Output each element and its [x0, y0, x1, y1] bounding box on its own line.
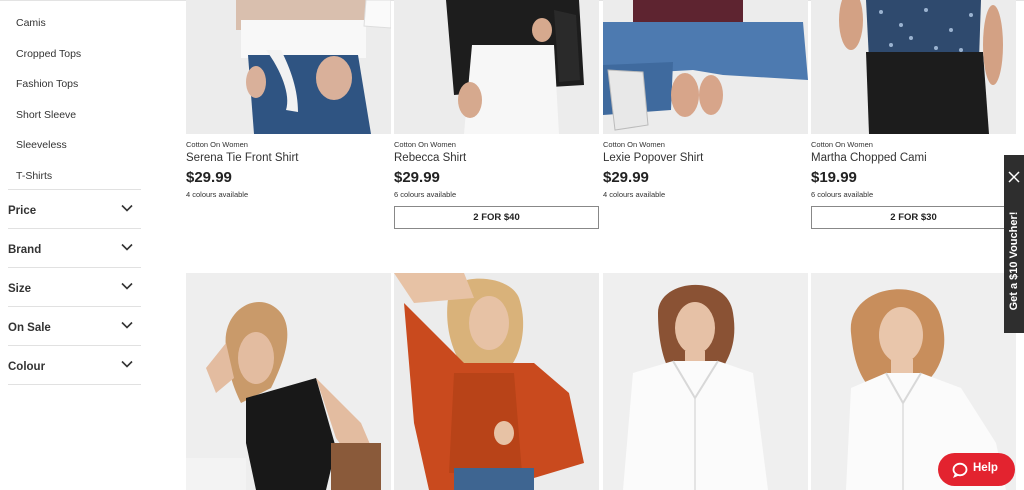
chevron-down-icon	[121, 282, 133, 290]
product-image[interactable]	[186, 273, 391, 490]
chat-bubble-icon	[952, 462, 968, 478]
chevron-down-icon	[121, 204, 133, 212]
filter-label: Size	[8, 283, 32, 295]
colour-count: 6 colours available	[394, 190, 457, 199]
product-image[interactable]	[603, 0, 808, 134]
product-price: $29.99	[603, 169, 649, 186]
help-label: Help	[973, 462, 998, 474]
colour-count: 4 colours available	[603, 190, 666, 199]
chevron-down-icon	[121, 243, 133, 251]
colour-count: 6 colours available	[811, 190, 874, 199]
subcategory-short-sleeve[interactable]: Short Sleeve	[16, 109, 76, 121]
filter-label: Colour	[8, 361, 46, 373]
product-card[interactable]: Cotton On Women Lexie Popover Shirt $29.…	[603, 0, 808, 230]
product-name[interactable]: Rebecca Shirt	[394, 152, 466, 164]
product-card[interactable]	[394, 273, 599, 490]
product-image[interactable]	[811, 0, 1016, 134]
product-brand: Cotton On Women	[811, 140, 873, 149]
product-brand: Cotton On Women	[603, 140, 665, 149]
product-card[interactable]	[186, 273, 391, 490]
voucher-label: Get a $10 Voucher!	[1008, 211, 1020, 311]
product-image[interactable]	[603, 273, 808, 490]
subcategory-sleeveless[interactable]: Sleeveless	[16, 139, 67, 151]
product-name[interactable]: Martha Chopped Cami	[811, 152, 927, 164]
product-card[interactable]	[603, 273, 808, 490]
filter-on-sale[interactable]: On Sale	[8, 306, 141, 345]
filter-colour[interactable]: Colour	[8, 345, 141, 384]
product-image[interactable]	[394, 0, 599, 134]
promo-button[interactable]: 2 FOR $40	[394, 206, 599, 229]
product-card[interactable]: Cotton On Women Serena Tie Front Shirt $…	[186, 0, 391, 230]
chevron-down-icon	[121, 360, 133, 368]
subcategory-cropped-tops[interactable]: Cropped Tops	[16, 48, 81, 60]
filter-label: Brand	[8, 244, 42, 256]
close-icon[interactable]	[1008, 171, 1020, 183]
filter-label: Price	[8, 205, 37, 217]
product-brand: Cotton On Women	[186, 140, 248, 149]
chevron-down-icon	[121, 321, 133, 329]
product-name[interactable]: Lexie Popover Shirt	[603, 152, 703, 164]
filter-label: On Sale	[8, 322, 51, 334]
product-image[interactable]	[394, 273, 599, 490]
product-card[interactable]: Cotton On Women Martha Chopped Cami $19.…	[811, 0, 1016, 230]
subcategory-t-shirts[interactable]: T-Shirts	[16, 170, 52, 182]
product-price: $19.99	[811, 169, 857, 186]
product-image[interactable]	[186, 0, 391, 134]
colour-count: 4 colours available	[186, 190, 249, 199]
filter-brand[interactable]: Brand	[8, 228, 141, 267]
help-button[interactable]: Help	[938, 453, 1015, 486]
voucher-tab[interactable]: Get a $10 Voucher!	[1004, 155, 1024, 333]
promo-button[interactable]: 2 FOR $30	[811, 206, 1016, 229]
filter-price[interactable]: Price	[8, 189, 141, 228]
product-card[interactable]: Cotton On Women Rebecca Shirt $29.99 6 c…	[394, 0, 599, 230]
product-price: $29.99	[186, 169, 232, 186]
subcategory-fashion-tops[interactable]: Fashion Tops	[16, 78, 78, 90]
filter-divider	[8, 384, 141, 385]
subcategory-camis[interactable]: Camis	[16, 17, 46, 29]
product-name[interactable]: Serena Tie Front Shirt	[186, 152, 299, 164]
product-price: $29.99	[394, 169, 440, 186]
filter-size[interactable]: Size	[8, 267, 141, 306]
product-brand: Cotton On Women	[394, 140, 456, 149]
